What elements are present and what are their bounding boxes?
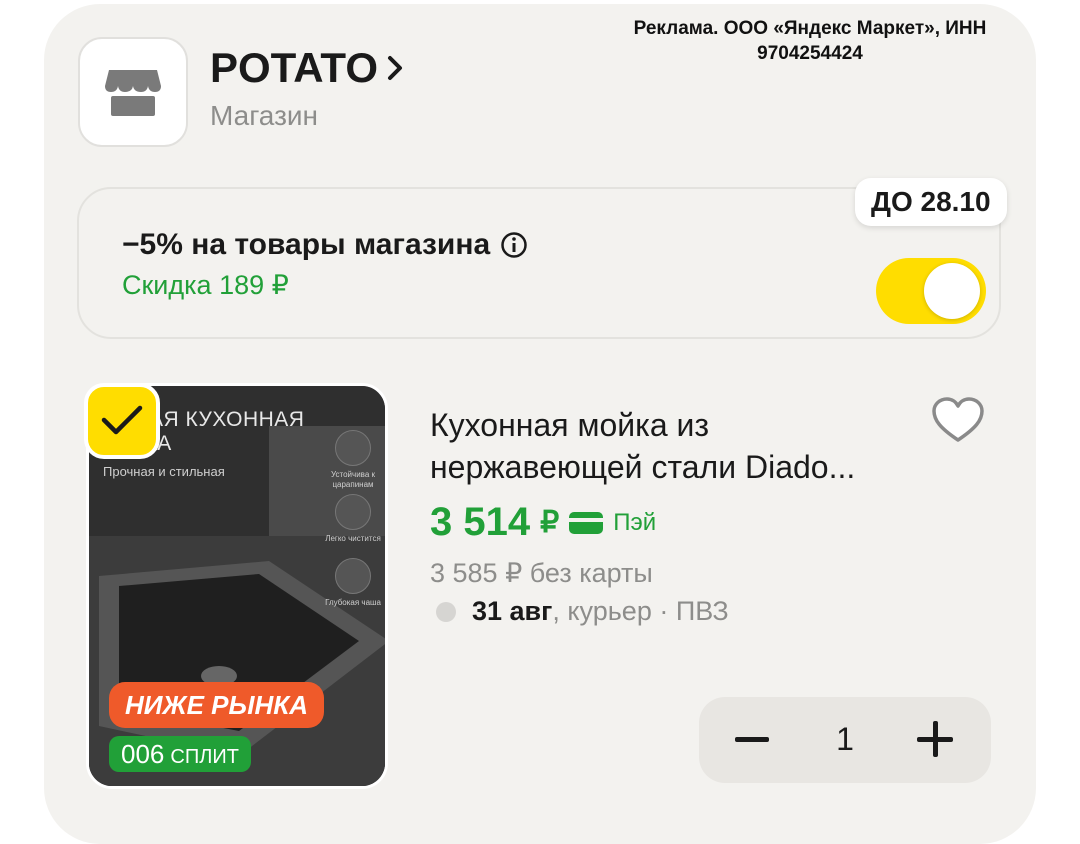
image-title-1: АЯ КУХОННАЯ [149,408,305,431]
delivery-info: 31 авг, курьер · ПВЗ [436,596,729,627]
below-market-tag: НИЖЕ РЫНКА [109,682,325,728]
shop-name-link[interactable]: POTATO [210,44,406,92]
heart-icon[interactable] [930,396,986,446]
quantity-stepper: 1 [699,697,991,783]
wash-icon [335,494,371,530]
price-currency: ₽ [540,506,560,539]
image-subtitle: Прочная и стильная [103,464,225,479]
image-feature: Глубокая чаша [325,558,381,608]
split-tag-label: СПЛИТ [170,746,239,768]
delivery-dot-icon [436,601,456,622]
bowl-icon [335,558,371,594]
price-row: 3 514 ₽ Пэй [430,500,656,545]
plus-button[interactable] [917,721,953,757]
card-icon [569,511,604,534]
price: 3 514 [430,500,531,544]
store-icon [105,70,161,116]
shop-logo[interactable] [78,37,188,147]
image-feature: Легко чистится [325,494,381,544]
select-checkbox[interactable] [84,383,160,459]
delivery-date: 31 авг [472,596,553,626]
chevron-right-icon [388,56,402,80]
promo-title-row: −5% на товары магазина [122,228,528,262]
image-feature: Устойчива к царапинам [325,430,381,490]
promo-deadline-badge: ДО 28.10 [855,178,1007,226]
promo-toggle[interactable] [876,258,986,324]
split-tag-num: 006 [121,739,165,769]
promo-discount: Скидка 189 ₽ [122,270,289,300]
ad-disclaimer: Реклама. ООО «Яндекс Маркет», ИНН 970425… [633,18,987,64]
shop-name: POTATO [210,44,378,91]
product-title[interactable]: Кухонная мойка из нержавеющей стали Diad… [430,404,910,488]
delivery-method: , курьер · ПВЗ [552,596,729,626]
shop-subtitle: Магазин [210,100,319,131]
promo-title: −5% на товары магазина [122,228,491,261]
info-icon[interactable] [500,231,528,259]
check-icon [101,405,143,435]
toggle-knob [924,263,980,319]
price-without-card: 3 585 ₽ без карты [430,558,653,588]
pay-label: Пэй [613,508,657,536]
scratch-resist-icon [335,430,371,466]
split-tag: 006 СПЛИТ [109,736,251,772]
